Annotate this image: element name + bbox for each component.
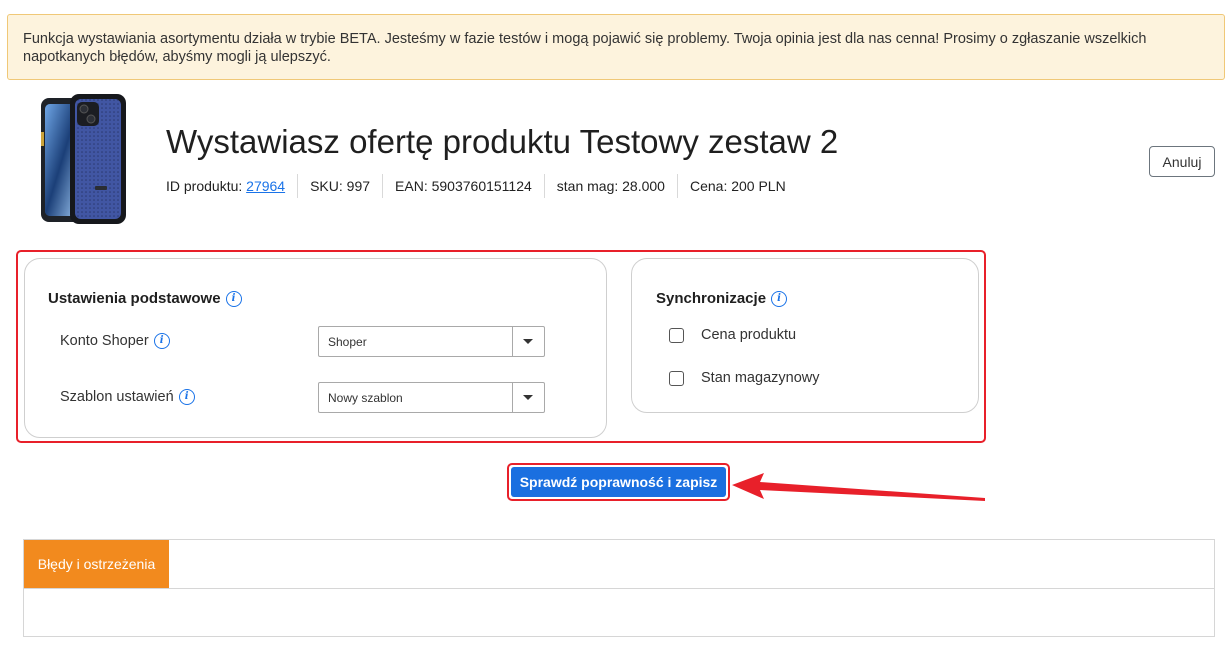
sync-stock-label: Stan magazynowy — [701, 370, 820, 386]
sync-title: Synchronizacje i — [656, 290, 788, 307]
sync-panel: Synchronizacje i Cena produktu Stan maga… — [631, 258, 979, 413]
basic-settings-title-text: Ustawienia podstawowe — [48, 290, 221, 307]
sync-price-checkbox[interactable] — [669, 327, 684, 343]
info-icon[interactable]: i — [225, 290, 242, 307]
sync-price-label: Cena produktu — [701, 327, 797, 343]
product-sku: SKU: 997 — [297, 174, 382, 198]
account-label-text: Konto Shoper — [60, 333, 149, 349]
template-label-text: Szablon ustawień — [60, 389, 174, 405]
page-title: Wystawiasz ofertę produktu Testowy zesta… — [166, 123, 839, 160]
beta-warning-banner: Funkcja wystawiania asortymentu działa w… — [7, 14, 1225, 80]
product-stock: stan mag: 28.000 — [543, 174, 677, 198]
chevron-down-icon[interactable] — [512, 327, 544, 356]
template-select[interactable]: Nowy szablon — [318, 382, 545, 413]
basic-settings-title: Ustawienia podstawowe i — [48, 290, 242, 307]
phone-case-icon — [41, 94, 126, 224]
account-select-value: Shoper — [328, 335, 367, 349]
annotation-arrow-icon — [732, 473, 985, 501]
product-image — [24, 90, 144, 228]
template-field-label: Szablon ustawień i — [60, 389, 195, 405]
save-button[interactable]: Sprawdź poprawność i zapisz — [511, 467, 726, 497]
account-select[interactable]: Shoper — [318, 326, 545, 357]
product-id: ID produktu: 27964 — [166, 174, 297, 198]
product-price: Cena: 200 PLN — [676, 174, 798, 198]
info-icon[interactable]: i — [153, 333, 170, 349]
sync-price-row[interactable]: Cena produktu — [669, 327, 796, 343]
product-id-label: ID produktu: — [166, 178, 247, 194]
errors-divider — [24, 588, 1214, 589]
product-id-link[interactable]: 27964 — [246, 178, 285, 194]
chevron-down-icon[interactable] — [512, 383, 544, 412]
cancel-button[interactable]: Anuluj — [1149, 146, 1215, 177]
tab-errors-warnings[interactable]: Błędy i ostrzeżenia — [24, 540, 169, 588]
info-icon[interactable]: i — [771, 290, 788, 307]
sync-title-text: Synchronizacje — [656, 290, 767, 307]
sync-stock-row[interactable]: Stan magazynowy — [669, 370, 819, 386]
account-field-label: Konto Shoper i — [60, 333, 170, 349]
sync-stock-checkbox[interactable] — [669, 370, 684, 386]
errors-panel: Błędy i ostrzeżenia — [23, 539, 1215, 637]
basic-settings-panel: Ustawienia podstawowe i Konto Shoper i S… — [24, 258, 607, 438]
template-select-value: Nowy szablon — [328, 391, 403, 405]
beta-warning-text: Funkcja wystawiania asortymentu działa w… — [23, 31, 1147, 65]
product-meta-row: ID produktu: 27964 SKU: 997 EAN: 5903760… — [166, 174, 798, 198]
info-icon[interactable]: i — [178, 389, 195, 405]
product-ean: EAN: 5903760151124 — [382, 174, 544, 198]
